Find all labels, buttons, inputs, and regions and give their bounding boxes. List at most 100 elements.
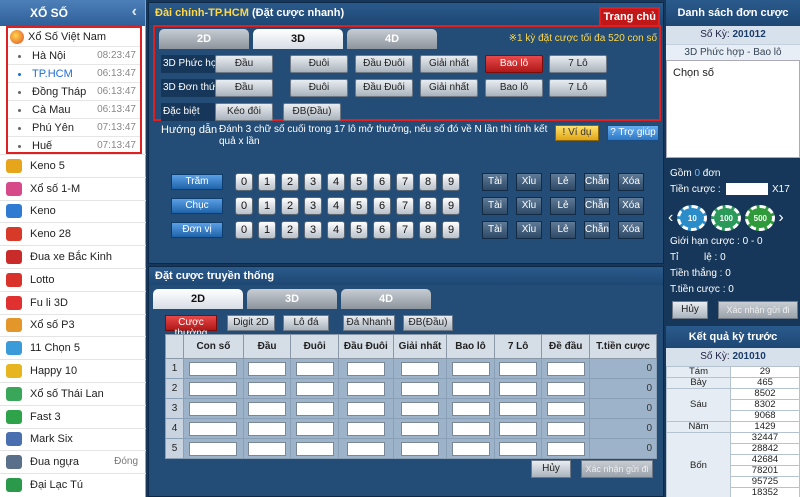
digit-button[interactable]: 6: [373, 173, 391, 191]
digit-button[interactable]: 2: [281, 173, 299, 191]
bet-input[interactable]: [295, 441, 334, 456]
digit-row-label[interactable]: Trăm: [171, 174, 223, 190]
cancel-button[interactable]: Hủy: [531, 460, 571, 478]
bet-input[interactable]: [295, 421, 334, 436]
bet-option-button[interactable]: Giải nhất: [420, 79, 478, 97]
quick-select-button[interactable]: Xóa: [618, 173, 644, 191]
tab-4d[interactable]: 4D: [341, 289, 431, 309]
digit-button[interactable]: 7: [396, 173, 414, 191]
digit-button[interactable]: 9: [442, 221, 460, 239]
sidebar-game-item[interactable]: Đua ngựa Đóng: [0, 450, 146, 473]
sidebar-game-item[interactable]: 11 Chọn 5: [0, 336, 146, 359]
regional-item-1[interactable]: TP.HCM 06:13:47: [8, 64, 140, 82]
digit-button[interactable]: 4: [327, 173, 345, 191]
bet-option-button[interactable]: Đầu: [215, 79, 273, 97]
bet-input[interactable]: [346, 361, 385, 376]
bet-input[interactable]: [248, 441, 287, 456]
digit-button[interactable]: 6: [373, 197, 391, 215]
confirm-button[interactable]: Xác nhận gửi đi: [718, 301, 798, 319]
tab-2d[interactable]: 2D: [159, 29, 249, 49]
quick-select-button[interactable]: Xỉu: [516, 197, 542, 215]
quick-select-button[interactable]: Xóa: [618, 221, 644, 239]
quick-select-button[interactable]: Tài: [482, 173, 508, 191]
sidebar-game-item[interactable]: Fast 3: [0, 404, 146, 428]
digit-button[interactable]: 0: [235, 173, 253, 191]
digit-row-label[interactable]: Chục: [171, 198, 223, 214]
sidebar-game-item[interactable]: Xổ số 1-M: [0, 176, 146, 200]
bet-input[interactable]: [189, 441, 238, 456]
digit-button[interactable]: 8: [419, 197, 437, 215]
bet-option-button[interactable]: Kéo đôi: [215, 103, 273, 121]
bet-option-button[interactable]: Giải nhất: [420, 55, 478, 73]
bet-input[interactable]: [248, 381, 287, 396]
digit-button[interactable]: 6: [373, 221, 391, 239]
cancel-button[interactable]: Hủy: [672, 301, 708, 319]
digit-button[interactable]: 5: [350, 197, 368, 215]
bet-input[interactable]: [400, 361, 439, 376]
bet-option-button[interactable]: Bao lô: [485, 79, 543, 97]
bet-input[interactable]: [400, 381, 439, 396]
digit-button[interactable]: 1: [258, 197, 276, 215]
bet-amount-input[interactable]: [726, 183, 768, 195]
sidebar-game-item[interactable]: Keno 28: [0, 222, 146, 245]
digit-2d-button[interactable]: Digit 2D: [227, 315, 275, 331]
digit-button[interactable]: 8: [419, 173, 437, 191]
bet-input[interactable]: [248, 361, 287, 376]
bet-option-button[interactable]: 7 Lô: [549, 55, 607, 73]
digit-button[interactable]: 5: [350, 173, 368, 191]
bet-input[interactable]: [346, 441, 385, 456]
digit-button[interactable]: 7: [396, 221, 414, 239]
lo-da-button[interactable]: Lô đá: [283, 315, 329, 331]
bet-input[interactable]: [546, 381, 585, 396]
bet-input[interactable]: [189, 361, 238, 376]
bet-input[interactable]: [189, 401, 238, 416]
bet-option-button[interactable]: Đầu Đuôi: [355, 55, 413, 73]
bet-input[interactable]: [346, 381, 385, 396]
quick-select-button[interactable]: Xóa: [618, 197, 644, 215]
bet-input[interactable]: [499, 401, 538, 416]
bet-input[interactable]: [451, 421, 490, 436]
bet-input[interactable]: [546, 421, 585, 436]
quick-select-button[interactable]: Chẵn: [584, 197, 610, 215]
regional-item-4[interactable]: Phú Yên 07:13:47: [8, 118, 140, 136]
vietnam-lottery-header[interactable]: Xổ Số Việt Nam: [8, 28, 140, 46]
sidebar-game-item[interactable]: Mark Six: [0, 427, 146, 451]
selected-numbers-area[interactable]: Chọn số: [666, 60, 800, 158]
quick-select-button[interactable]: Chẵn: [584, 221, 610, 239]
sidebar-game-item[interactable]: Xổ số Thái Lan: [0, 381, 146, 405]
quick-select-button[interactable]: Chẵn: [584, 173, 610, 191]
digit-button[interactable]: 1: [258, 221, 276, 239]
bet-input[interactable]: [546, 401, 585, 416]
quick-select-button[interactable]: Lẻ: [550, 173, 576, 191]
digit-button[interactable]: 2: [281, 221, 299, 239]
digit-button[interactable]: 0: [235, 197, 253, 215]
bet-input[interactable]: [499, 421, 538, 436]
bet-input[interactable]: [400, 421, 439, 436]
digit-button[interactable]: 3: [304, 221, 322, 239]
help-button[interactable]: ? Trợ giúp: [607, 125, 659, 141]
bet-input[interactable]: [400, 401, 439, 416]
quick-select-button[interactable]: Xỉu: [516, 221, 542, 239]
chevron-left-icon[interactable]: ‹: [668, 209, 673, 227]
bet-input[interactable]: [346, 421, 385, 436]
bet-input[interactable]: [189, 381, 238, 396]
bet-input[interactable]: [546, 361, 585, 376]
sidebar-game-item[interactable]: Happy 10: [0, 359, 146, 382]
quick-da-button[interactable]: Đá Nhanh: [343, 315, 395, 331]
digit-button[interactable]: 3: [304, 173, 322, 191]
normal-bet-button[interactable]: Cược thường: [165, 315, 217, 339]
quick-select-button[interactable]: Xỉu: [516, 173, 542, 191]
bet-option-button[interactable]: Đầu Đuôi: [355, 79, 413, 97]
regional-item-2[interactable]: Đồng Tháp 06:13:47: [8, 82, 140, 100]
bet-input[interactable]: [499, 361, 538, 376]
sidebar-game-item[interactable]: Keno: [0, 199, 146, 223]
bet-input[interactable]: [295, 361, 334, 376]
bet-option-button[interactable]: Đuôi: [290, 79, 348, 97]
digit-button[interactable]: 0: [235, 221, 253, 239]
sidebar-game-item[interactable]: Lotto: [0, 267, 146, 291]
bet-input[interactable]: [248, 401, 287, 416]
bet-option-button[interactable]: Đầu: [215, 55, 273, 73]
db-dau-button[interactable]: ĐB(Đầu): [403, 315, 453, 331]
tab-3d[interactable]: 3D: [253, 29, 343, 49]
bet-input[interactable]: [451, 361, 490, 376]
